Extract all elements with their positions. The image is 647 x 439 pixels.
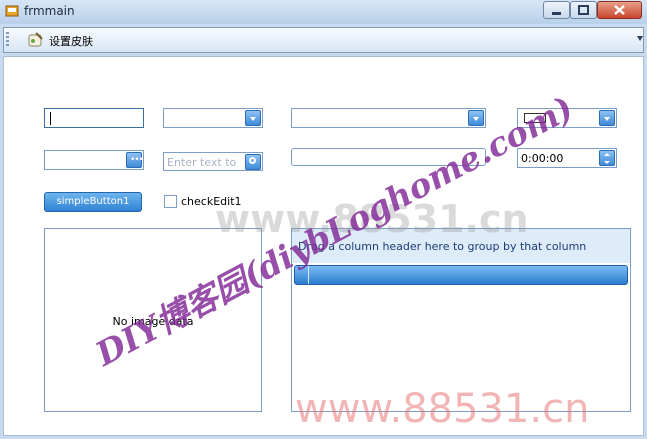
chevron-down-icon [604, 117, 610, 121]
title-bar: frmmain [0, 0, 647, 24]
window-title: frmmain [24, 4, 75, 18]
button-edit[interactable]: ••• [44, 150, 144, 170]
minimize-icon [552, 12, 561, 15]
time-value: 0:00:00 [521, 152, 564, 165]
app-icon [5, 5, 19, 17]
search-button[interactable] [245, 154, 261, 170]
close-button[interactable] [597, 1, 642, 19]
grid-column-header[interactable] [294, 265, 628, 285]
bottom-watermark: www.88531.cn [295, 386, 590, 432]
combo-box-edit[interactable] [163, 108, 263, 128]
color-dropdown-button[interactable] [599, 110, 615, 126]
search-icon [249, 157, 256, 164]
spin-down-icon [604, 161, 610, 164]
simple-button[interactable]: simpleButton1 [44, 192, 142, 212]
ellipsis-icon: ••• [130, 155, 144, 165]
time-spin-button[interactable] [599, 150, 615, 166]
check-edit-box[interactable] [164, 195, 177, 208]
maximize-icon [578, 5, 589, 15]
grid-control[interactable]: Drag a column header here to group by th… [291, 228, 631, 412]
toolbar-grip[interactable] [6, 32, 9, 48]
spin-up-icon [604, 153, 610, 156]
text-edit[interactable] [44, 108, 144, 128]
text-caret [50, 112, 51, 125]
chevron-down-icon [473, 117, 479, 121]
time-edit[interactable]: 0:00:00 [517, 148, 617, 168]
search-placeholder: Enter text to [167, 156, 237, 169]
chevron-down-icon [250, 117, 256, 121]
menu-overflow-icon[interactable] [637, 36, 643, 41]
minimize-button[interactable] [543, 1, 570, 19]
lookup-edit[interactable] [291, 108, 486, 128]
search-input[interactable]: Enter text to [163, 152, 263, 171]
menu-item-skin-settings[interactable]: 设置皮肤 [49, 33, 93, 49]
skin-settings-icon [28, 32, 43, 47]
combo-dropdown-button[interactable] [245, 110, 261, 126]
menu-bar: 设置皮肤 [3, 27, 644, 53]
close-icon [614, 5, 625, 15]
ellipsis-button[interactable]: ••• [126, 152, 144, 168]
maximize-button[interactable] [570, 1, 597, 19]
